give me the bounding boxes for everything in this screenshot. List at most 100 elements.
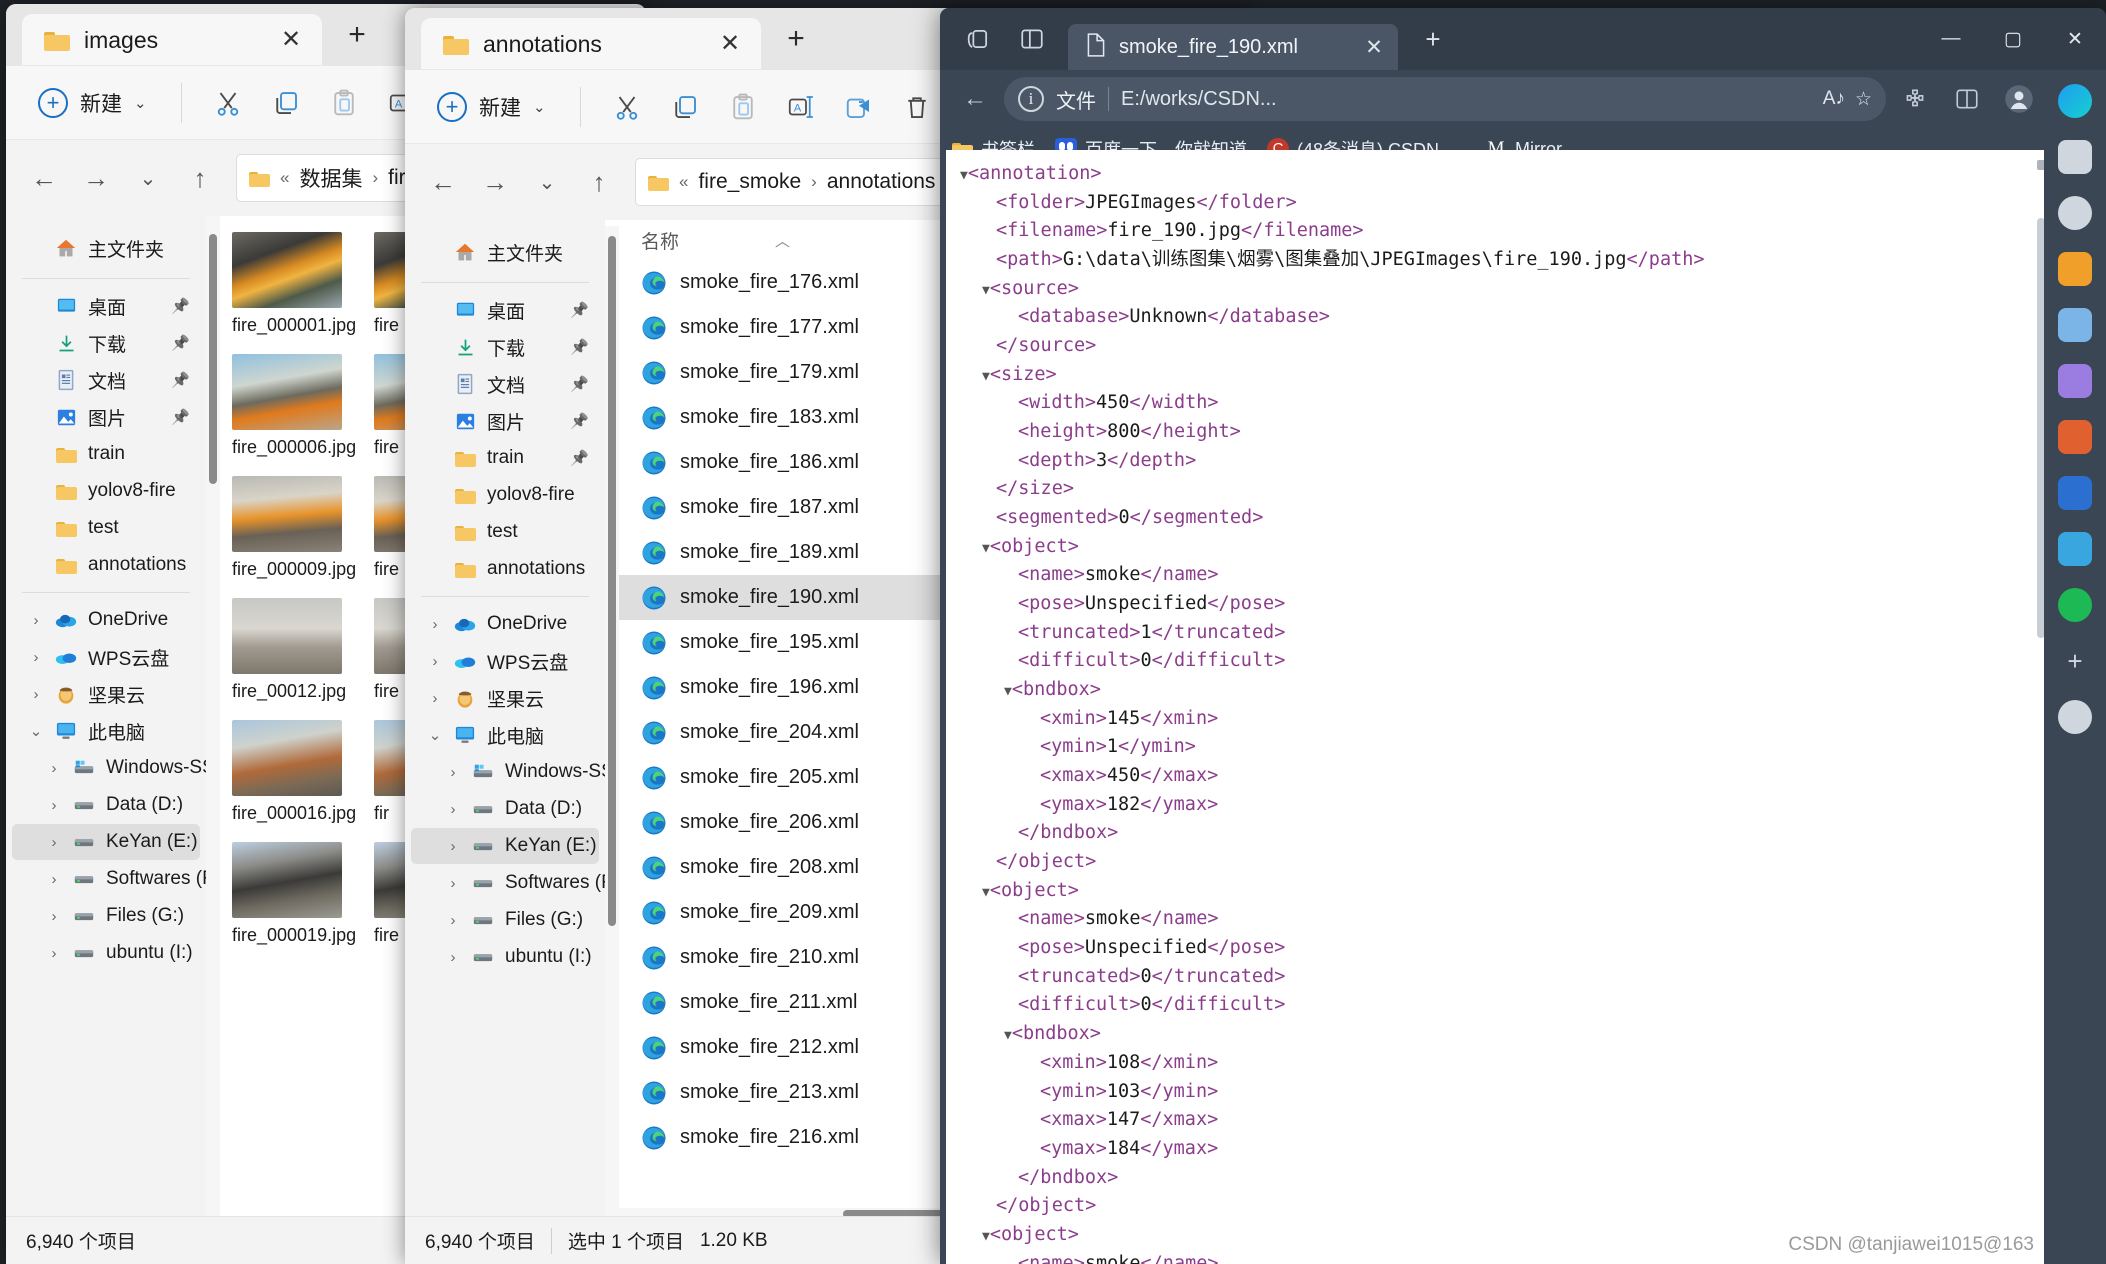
chevron-right-icon[interactable]: › <box>28 686 44 703</box>
shopping-icon[interactable] <box>2058 252 2092 286</box>
address-bar[interactable]: i 文件 E:/works/CSDN... A♪ ☆ <box>1004 77 1886 121</box>
edge-browser-window[interactable]: smoke_fire_190.xml ✕ + — ▢ ✕ ← i 文件 E:/w… <box>940 8 2106 1264</box>
minimize-button[interactable]: — <box>1920 8 1982 70</box>
chevron-right-icon[interactable]: › <box>445 912 461 929</box>
breadcrumb-0[interactable]: fire_smoke <box>698 170 801 194</box>
thumbnail-item[interactable]: fire_000016.jpg <box>232 720 352 824</box>
sidebar-item-item[interactable]: 图片📌 <box>411 403 599 439</box>
chevron-right-icon[interactable]: › <box>46 908 62 925</box>
maximize-button[interactable]: ▢ <box>1982 8 2044 70</box>
annotations-sidebar[interactable]: 主文件夹 桌面📌下载📌文档📌图片📌train📌yolov8-firetestan… <box>405 220 605 1264</box>
collections-icon[interactable] <box>954 15 1002 63</box>
favorite-icon[interactable]: ☆ <box>1855 88 1872 111</box>
collapse-triangle-icon[interactable]: ▼ <box>982 541 990 556</box>
back-button[interactable]: ← <box>952 76 998 122</box>
sidebar-item-wps[interactable]: ›WPS云盘 <box>411 643 599 679</box>
xml-viewer-page[interactable]: ▼<annotation><folder>JPEGImages</folder>… <box>946 150 2050 1264</box>
sidebar-item-data-d[interactable]: ›Data (D:) <box>411 791 599 827</box>
collapse-triangle-icon[interactable]: ▼ <box>1004 684 1012 699</box>
address-bar[interactable]: « fire_smoke › annotations ⌄ <box>635 158 965 206</box>
sidebar-item-item[interactable]: 桌面📌 <box>411 292 599 328</box>
search-icon[interactable] <box>2058 196 2092 230</box>
new-button[interactable]: + 新建 ⌄ <box>24 81 161 125</box>
chevron-right-icon[interactable]: › <box>427 616 443 633</box>
cut-icon[interactable] <box>202 77 254 129</box>
forward-button[interactable]: → <box>471 158 519 206</box>
thumbnail-item[interactable]: fire_00012.jpg <box>232 598 352 702</box>
sidebar-item-this-pc[interactable]: ⌄ 此电脑 <box>411 717 599 753</box>
thumbnail-item[interactable]: fire_000001.jpg <box>232 232 352 336</box>
sidebar-item-item[interactable]: 下载📌 <box>411 329 599 365</box>
copilot-icon[interactable] <box>2058 84 2092 118</box>
collapse-triangle-icon[interactable]: ▼ <box>982 283 990 298</box>
outlook-icon[interactable] <box>2058 476 2092 510</box>
recent-locations-button[interactable]: ⌄ <box>124 154 172 202</box>
new-button[interactable]: + 新建 ⌄ <box>423 85 560 129</box>
split-screen-icon[interactable] <box>1008 15 1056 63</box>
rename-icon[interactable]: A <box>775 81 827 133</box>
sidebar-item-onedrive[interactable]: ›OneDrive <box>411 606 599 642</box>
collapse-triangle-icon[interactable]: ▼ <box>1004 1028 1012 1043</box>
add-sidebar-app-icon[interactable]: + <box>2058 644 2092 678</box>
share-icon[interactable] <box>833 81 885 133</box>
edge-tab[interactable]: smoke_fire_190.xml ✕ <box>1068 24 1398 70</box>
sidebar-item-ubuntu-i[interactable]: ›ubuntu (I:) <box>411 939 599 975</box>
sidebar-item-item[interactable]: 文档📌 <box>411 366 599 402</box>
spotify-icon[interactable] <box>2058 588 2092 622</box>
edge-sidebar-rail[interactable]: + <box>2044 70 2106 1264</box>
games-icon[interactable] <box>2058 364 2092 398</box>
split-screen-icon[interactable] <box>1944 76 1990 122</box>
thumbnail-item[interactable]: fire_000019.jpg <box>232 842 352 946</box>
sidebar-item-yolov8-fire[interactable]: yolov8-fire <box>411 477 599 513</box>
content-scrollbar[interactable] <box>206 216 220 1264</box>
sidebar-item-softwares-f[interactable]: ›Softwares (F:) <box>411 865 599 901</box>
chevron-down-icon[interactable]: ⌄ <box>28 722 44 740</box>
sidebar-item-yolov8-fire[interactable]: yolov8-fire <box>12 473 200 509</box>
thumbnail-item[interactable]: fire_000006.jpg <box>232 354 352 458</box>
new-tab-button[interactable]: + <box>773 16 819 62</box>
thumbnail-item[interactable]: fire_000009.jpg <box>232 476 352 580</box>
chevron-right-icon[interactable]: › <box>445 949 461 966</box>
chevron-right-icon[interactable]: › <box>46 834 62 851</box>
sidebar-item-train[interactable]: train📌 <box>411 440 599 476</box>
sidebar-item-this-pc[interactable]: ⌄ 此电脑 <box>12 713 200 749</box>
tools-icon[interactable] <box>2058 308 2092 342</box>
copy-icon[interactable] <box>260 77 312 129</box>
sidebar-item-test[interactable]: test <box>411 514 599 550</box>
extensions-icon[interactable] <box>1892 76 1938 122</box>
sidebar-item-files-g[interactable]: ›Files (G:) <box>12 898 200 934</box>
pin-icon[interactable]: 📌 <box>570 301 589 319</box>
chevron-right-icon[interactable]: › <box>445 801 461 818</box>
sidebar-item-ubuntu-i[interactable]: ›ubuntu (I:) <box>12 935 200 971</box>
column-header-name[interactable]: 名称 <box>641 227 679 254</box>
drop-icon[interactable] <box>2058 532 2092 566</box>
chevron-right-icon[interactable]: › <box>427 653 443 670</box>
chevron-right-icon[interactable]: › <box>46 760 62 777</box>
breadcrumb-1[interactable]: annotations <box>827 170 936 194</box>
pin-icon[interactable]: 📌 <box>171 408 190 426</box>
sidebar-item-annotations[interactable]: annotations <box>411 551 599 587</box>
pin-icon[interactable]: 📌 <box>171 297 190 315</box>
close-icon[interactable]: ✕ <box>274 23 308 57</box>
sidebar-item-onedrive[interactable]: ›OneDrive <box>12 602 200 638</box>
collapse-triangle-icon[interactable]: ▼ <box>982 369 990 384</box>
sidebar-item-item[interactable]: ›坚果云 <box>12 676 200 712</box>
breadcrumb-0[interactable]: 数据集 <box>299 163 362 193</box>
sidebar-item-softwares-f[interactable]: ›Softwares (F:) <box>12 861 200 897</box>
sidebar-item-item[interactable]: 下载📌 <box>12 325 200 361</box>
sidebar-item-files-g[interactable]: ›Files (G:) <box>411 902 599 938</box>
new-tab-button[interactable]: + <box>334 12 380 58</box>
delete-icon[interactable] <box>891 81 943 133</box>
recent-locations-button[interactable]: ⌄ <box>523 158 571 206</box>
sidebar-item-windows-ssd-c[interactable]: ›Windows-SSD (C:) <box>411 754 599 790</box>
sidebar-item-item[interactable]: 图片📌 <box>12 399 200 435</box>
sidebar-item-data-d[interactable]: ›Data (D:) <box>12 787 200 823</box>
url-text[interactable]: E:/works/CSDN... <box>1121 88 1811 111</box>
sidebar-item-keyan-e[interactable]: ›KeYan (E:) <box>12 824 200 860</box>
chevron-right-icon[interactable]: › <box>445 875 461 892</box>
sidebar-item-item[interactable]: 文档📌 <box>12 362 200 398</box>
images-sidebar[interactable]: 主文件夹 桌面📌下载📌文档📌图片📌trainyolov8-firetestann… <box>6 216 206 1264</box>
tab-images[interactable]: images ✕ <box>22 14 322 66</box>
office-icon[interactable] <box>2058 420 2092 454</box>
up-button[interactable]: ↑ <box>176 154 224 202</box>
